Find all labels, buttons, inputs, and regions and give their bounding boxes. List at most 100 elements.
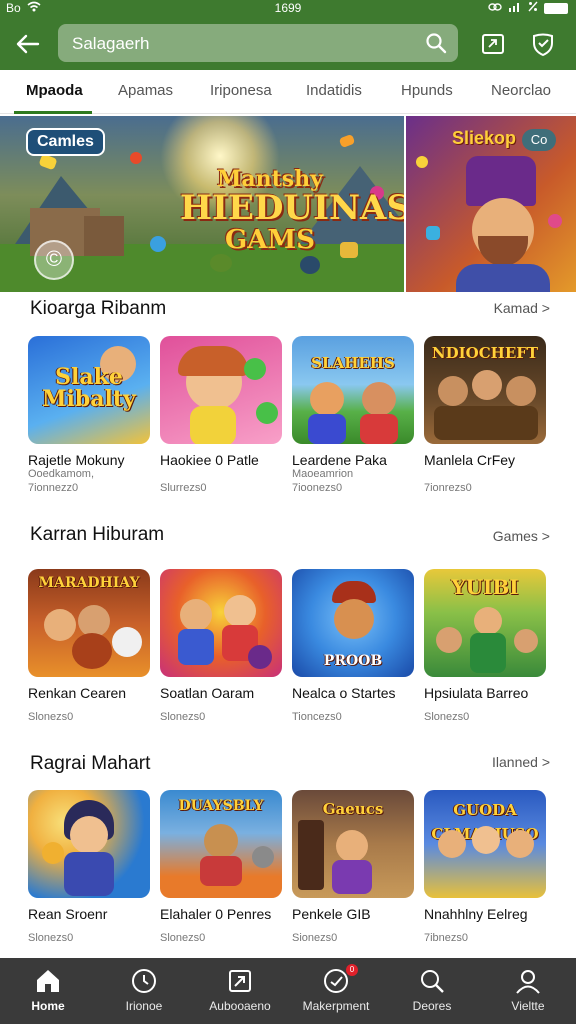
search-icon[interactable] [424,31,448,55]
game-character-group [434,406,538,440]
game-card[interactable]: GUODA CLMARIUSO Nnahhlny Eelreg 7ibnezs0 [424,790,546,944]
banner-tag: Camles [26,128,105,156]
game-thumbnail [160,336,282,444]
candy-decoration [300,256,320,274]
shield-icon[interactable] [528,29,558,59]
game-meta: Slonezs0 [28,932,74,944]
game-title: Rean Sroenr [28,906,108,922]
notification-badge: 0 [346,964,358,976]
home-icon [37,970,59,992]
game-character [362,382,396,416]
game-character [180,599,212,631]
game-thumbnail: GUODA CLMARIUSO [424,790,546,898]
nav-item-home[interactable]: Home [0,958,96,1024]
game-character [310,382,344,416]
back-button[interactable] [12,28,44,60]
candy-decoration [426,226,440,240]
game-title: Nealca o Startes [292,685,396,701]
game-title: Hpsiulata Barreo [424,685,529,701]
arrow-box-icon [229,970,251,992]
banner-house [84,216,124,256]
game-meta: 7ibnezs0 [424,932,469,944]
tab-4[interactable]: Hpunds [401,82,453,99]
game-meta: 7ioonezs0 [292,482,343,494]
tab-0[interactable]: Mpaoda [26,82,83,99]
game-thumb-label: NDIOCHEFT [431,344,539,362]
game-card[interactable]: Haokiee 0 Patle Slurrezs0 [160,336,282,494]
game-character [112,627,142,657]
category-tabs: Mpaoda Apamas Iriponesa Indatidis Hpunds… [0,70,576,114]
game-thumbnail: NDIOCHEFT [424,336,546,444]
shop-shelf [298,820,324,890]
game-character [334,599,374,639]
game-thumb-label: MARADHIAY [38,575,140,591]
game-character-body [190,406,236,444]
game-card[interactable]: DUAYSBLY Elahaler 0 Penres Slonezs0 [160,790,282,944]
game-thumbnail [160,569,282,677]
candy-decoration [548,214,562,228]
game-title: Manlela CrFey [424,452,516,468]
profile-icon [516,970,540,994]
game-title: Nnahhlny Eelreg [424,906,528,922]
candy-decoration [150,236,166,252]
nav-item-1[interactable]: Irionoe [96,958,192,1024]
game-character-body [470,633,506,673]
nav-item-5[interactable]: Vieltte [480,958,576,1024]
section-more-link[interactable]: Ilanned > [492,754,550,770]
nav-item-2[interactable]: Aubooaeno [192,958,288,1024]
game-character [472,370,502,400]
search-input[interactable]: Salagaerh [58,24,458,62]
nav-item-3[interactable]: 0 Makerpment [288,958,384,1024]
game-character [44,609,76,641]
game-character-body [308,414,346,444]
game-card[interactable]: Rean Sroenr Slonezs0 [28,790,150,944]
section-more-link[interactable]: Games > [493,528,550,544]
tab-5[interactable]: Neorclao [491,82,551,99]
game-character-body [64,852,114,896]
banner-next-slide[interactable]: Sliekop Co [406,116,576,292]
app-header: Salagaerh [0,18,576,70]
game-card[interactable]: MARADHIAY Renkan Cearen Slonezs0 [28,569,150,723]
game-character [70,816,108,854]
signal-icon [508,1,522,15]
game-thumb-label: PROOB [323,653,383,669]
tab-3[interactable]: Indatidis [306,82,362,99]
game-meta: Tioncezs0 [292,711,342,723]
candy-decoration [38,153,58,171]
cast-icon[interactable] [478,29,508,59]
game-item [42,842,64,864]
game-card[interactable]: NDIOCHEFT Manlela CrFey 7ionrezs0 [424,336,546,494]
game-card[interactable]: SLAHEHS Leardene Paka Maoeamrion 7ioonez… [292,336,414,494]
banner-character-body [456,264,550,292]
section-title: Kioarga Ribanm [30,298,167,319]
game-subtitle: Maoeamrion [292,468,354,480]
section-more-link[interactable]: Kamad > [494,300,550,316]
game-card[interactable]: PROOB Nealca o Startes Tioncezs0 [292,569,414,723]
nav-item-4[interactable]: Deores [384,958,480,1024]
game-thumb-label: YUIBI [451,575,519,599]
back-arrow-icon [16,34,40,54]
candy-decoration [416,156,428,168]
game-character [224,595,256,627]
tab-1[interactable]: Apamas [118,82,173,99]
tab-2[interactable]: Iriponesa [210,82,272,99]
game-title: Renkan Cearen [28,685,127,701]
game-title: Penkele GIB [292,906,371,922]
game-card[interactable]: YUIBI Hpsiulata Barreo Slonezs0 [424,569,546,723]
banner-main-slide[interactable]: Mantshy HIEDUINAS GAMS Camles © [0,116,404,292]
featured-banner[interactable]: Mantshy HIEDUINAS GAMS Camles © Sliekop … [0,116,576,292]
game-card[interactable]: Soatlan Oaram Slonezs0 [160,569,282,723]
game-thumb-label: Slake Mibalty [42,364,136,412]
game-character [514,629,538,653]
game-title: Rajetle Mokuny [28,452,125,468]
clock-icon [132,969,156,993]
section-title: Ragrai Mahart [30,753,151,774]
game-card[interactable]: Gaeucs Penkele GIB Sionezs0 [292,790,414,944]
banner-play-icon[interactable]: © [34,240,74,280]
game-thumbnail: MARADHIAY [28,569,150,677]
nav-label: Irionoe [125,999,163,1013]
game-character [474,607,502,635]
game-character [336,830,368,862]
game-card[interactable]: Slake Mibalty Rajetle Mokuny Ooedkamom, … [28,336,150,494]
banner-character-beard [478,236,528,266]
